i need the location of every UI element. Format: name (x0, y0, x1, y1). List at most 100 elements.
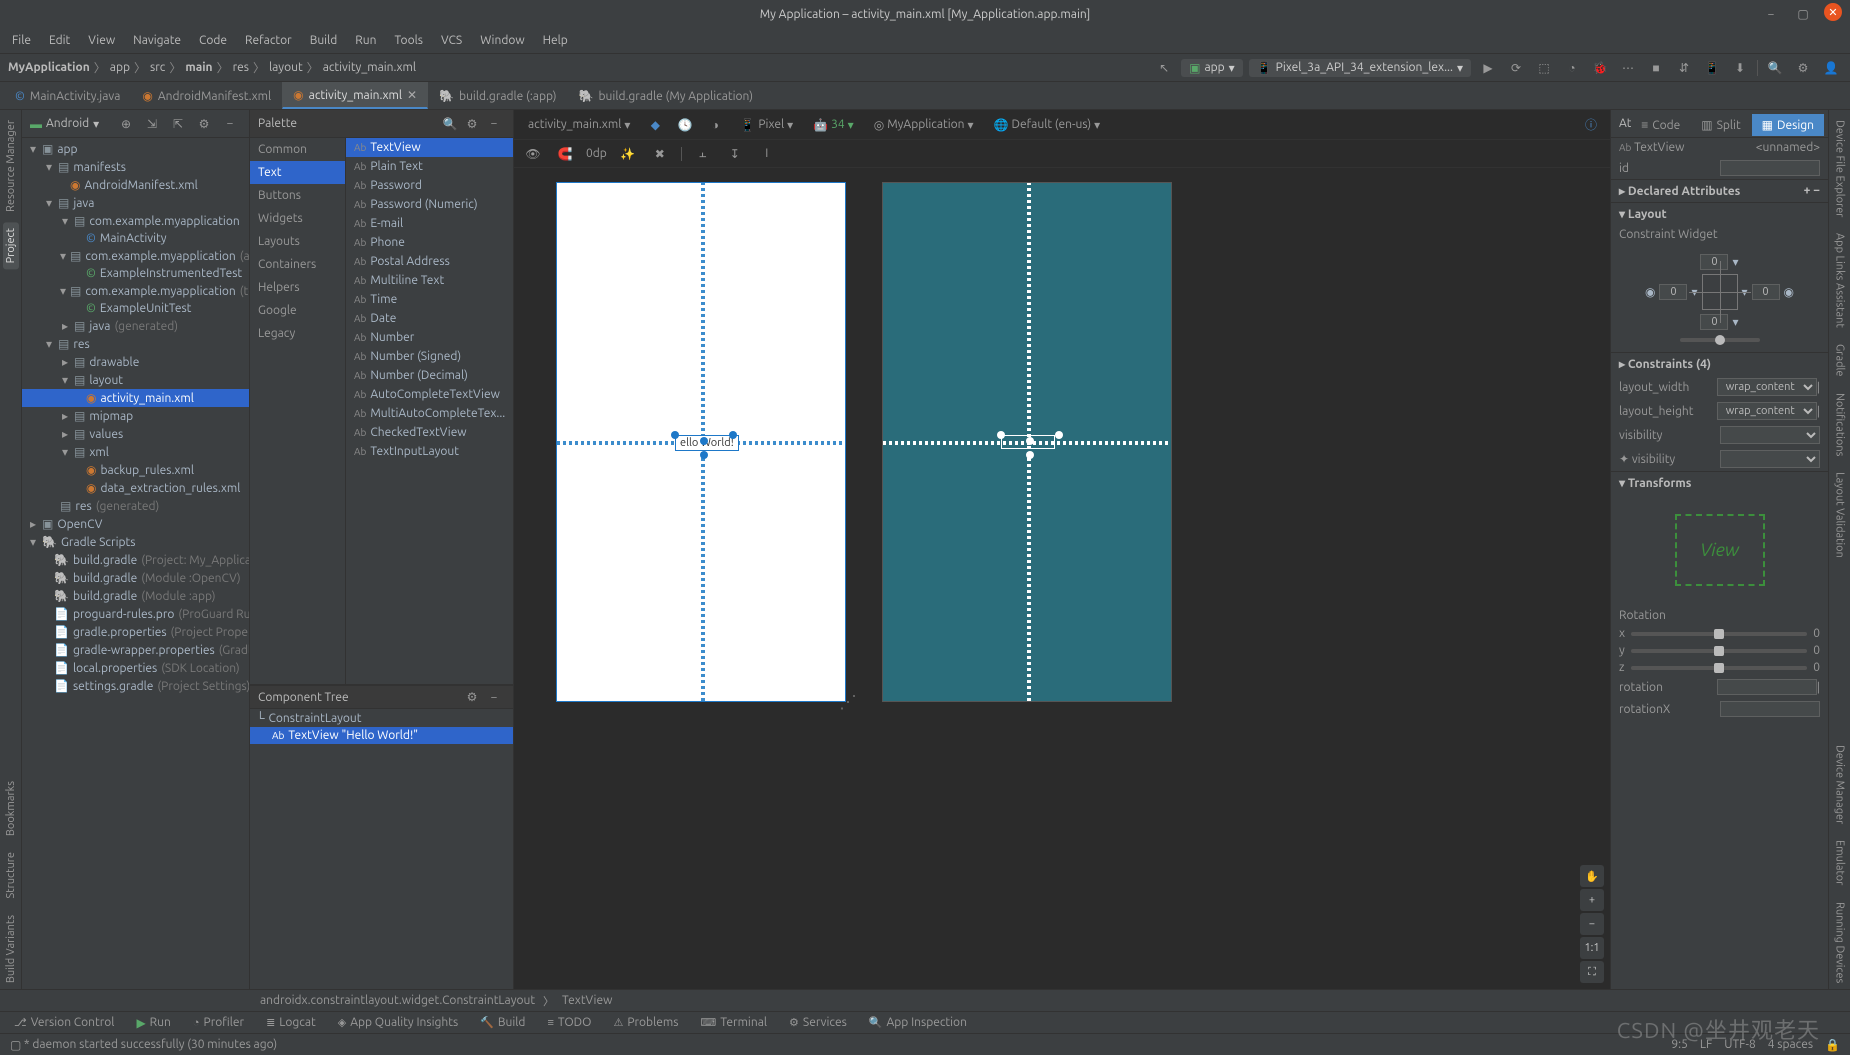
menu-view[interactable]: View (80, 31, 123, 50)
wand-icon[interactable]: ✨ (617, 143, 639, 165)
close-tab-icon[interactable]: ✕ (407, 88, 417, 102)
tab-build-app[interactable]: 🐘build.gradle (:app) (428, 83, 567, 109)
stripe-emulator[interactable]: Emulator (1832, 834, 1848, 891)
line-ending[interactable]: LF (1700, 1038, 1712, 1052)
attr-layout-section[interactable]: ▾ Layout (1611, 202, 1828, 225)
attr-visibility[interactable] (1720, 426, 1820, 444)
tree-unittest[interactable]: ©ExampleUnitTest (22, 300, 249, 317)
stripe-resource-manager[interactable]: Resource Manager (3, 114, 19, 218)
rotation-x-slider[interactable] (1631, 632, 1807, 636)
bt-services[interactable]: ⚙ Services (779, 1013, 857, 1032)
maximize-button[interactable]: ▢ (1792, 3, 1814, 25)
bug-icon[interactable]: 🐞 (1589, 57, 1611, 79)
tree-values[interactable]: ▸▤values (22, 425, 249, 443)
crumb-main[interactable]: main (185, 61, 212, 74)
cw-right[interactable] (1752, 284, 1780, 300)
device-selector[interactable]: 📱 Pixel_3a_API_34_extension_lex... ▾ (1249, 59, 1471, 77)
constraint-widget[interactable]: ▾ ◉ ▾ ▾ ◉ ▾ (1611, 244, 1828, 352)
stripe-build-variants[interactable]: Build Variants (3, 909, 19, 989)
zoom-in-button[interactable]: + (1580, 889, 1604, 911)
menu-edit[interactable]: Edit (41, 31, 78, 50)
palette-item[interactable]: AbPassword (Numeric) (346, 195, 513, 214)
attr-visibility2[interactable] (1720, 450, 1820, 468)
bt-aqi[interactable]: ◈ App Quality Insights (328, 1013, 468, 1032)
align-icon[interactable]: ⫠ (692, 143, 714, 165)
attr-constraints-section[interactable]: ▸ Constraints (4) (1611, 352, 1828, 375)
palette-item[interactable]: AbNumber (Decimal) (346, 366, 513, 385)
tree-java[interactable]: ▾▤java (22, 194, 249, 212)
stripe-project[interactable]: Project (3, 222, 19, 269)
tree-bg1[interactable]: 🐘build.gradle (Project: My_Applicati (22, 551, 249, 569)
clear-icon[interactable]: ✖ (649, 143, 671, 165)
tree-dataext[interactable]: ◉data_extraction_rules.xml (22, 479, 249, 497)
search-icon[interactable]: 🔍 (1764, 57, 1786, 79)
palette-item[interactable]: AbPhone (346, 233, 513, 252)
stripe-gradle[interactable]: Gradle (1832, 338, 1848, 383)
surface-icon[interactable]: ◆ (644, 114, 666, 136)
menu-navigate[interactable]: Navigate (125, 31, 189, 50)
dt-locale[interactable]: 🌐 Default (en-us) ▾ (988, 116, 1107, 134)
attach-icon[interactable]: ⋯ (1617, 57, 1639, 79)
view-mode-split[interactable]: ▥ Split (1691, 114, 1750, 136)
tab-manifest[interactable]: ◉AndroidManifest.xml (131, 83, 282, 109)
tree-mainactivity[interactable]: ©MainActivity (22, 230, 249, 247)
dt-device[interactable]: 📱 Pixel ▾ (734, 116, 799, 134)
menu-tools[interactable]: Tools (386, 31, 431, 50)
expand-icon[interactable]: ⇲ (141, 113, 163, 135)
palette-item[interactable]: AbTextInputLayout (346, 442, 513, 461)
palette-item[interactable]: AbTime (346, 290, 513, 309)
menu-build[interactable]: Build (302, 31, 346, 50)
palette-item[interactable]: AbPostal Address (346, 252, 513, 271)
dt-file[interactable]: activity_main.xml ▾ (522, 116, 636, 134)
palette-item[interactable]: AbPlain Text (346, 157, 513, 176)
avd-icon[interactable]: 📱 (1701, 57, 1723, 79)
palette-hide-icon[interactable]: − (483, 113, 505, 135)
magnet-icon[interactable]: 🧲 (554, 143, 576, 165)
tree-backup[interactable]: ◉backup_rules.xml (22, 461, 249, 479)
tree-gprops[interactable]: 📄gradle.properties (Project Propert (22, 623, 249, 641)
tree-drawable[interactable]: ▸▤drawable (22, 353, 249, 371)
tree-proguard[interactable]: 📄proguard-rules.pro (ProGuard Rule (22, 605, 249, 623)
resize-handle-icon[interactable]: ⋰ (839, 692, 857, 713)
tree-mipmap[interactable]: ▸▤mipmap (22, 407, 249, 425)
bt-todo[interactable]: ≡ TODO (537, 1013, 601, 1032)
stripe-structure[interactable]: Structure (3, 846, 19, 905)
view-mode-code[interactable]: ≡ Code (1631, 114, 1690, 136)
nav-back-icon[interactable]: ↖ (1153, 57, 1175, 79)
palette-item[interactable]: AbAutoCompleteTextView (346, 385, 513, 404)
tree-resgen[interactable]: ▤res (generated) (22, 497, 249, 515)
debug-button[interactable]: ⟳ (1505, 57, 1527, 79)
crumb-layout[interactable]: layout (269, 61, 303, 74)
attr-id-input[interactable] (1720, 160, 1820, 176)
palette-cat-legacy[interactable]: Legacy (250, 322, 345, 345)
stop-button[interactable]: ■ (1645, 57, 1667, 79)
bt-profiler[interactable]: ◔ Profiler (183, 1013, 254, 1032)
palette-search-icon[interactable]: 🔍 (439, 113, 461, 135)
crumb-res[interactable]: res (233, 61, 249, 74)
tree-pkg3[interactable]: ▾▤com.example.myapplication(te (22, 282, 249, 300)
palette-item[interactable]: AbDate (346, 309, 513, 328)
bt-build[interactable]: 🔨 Build (470, 1013, 535, 1032)
cursor-position[interactable]: 9:5 (1671, 1038, 1688, 1052)
comptree-root[interactable]: └ ConstraintLayout (250, 709, 513, 727)
menu-help[interactable]: Help (535, 31, 576, 50)
palette-gear-icon[interactable]: ⚙ (461, 113, 483, 135)
palette-cat-helpers[interactable]: Helpers (250, 276, 345, 299)
pan-button[interactable]: ✋ (1580, 865, 1604, 887)
guideline-icon[interactable]: ↧ (724, 143, 746, 165)
attr-rotationx-input[interactable] (1720, 701, 1820, 717)
menu-refactor[interactable]: Refactor (237, 31, 300, 50)
palette-cat-google[interactable]: Google (250, 299, 345, 322)
tree-activity-main-xml[interactable]: ◉activity_main.xml (22, 389, 249, 407)
zoom-full-button[interactable]: ⛶ (1580, 961, 1604, 983)
bt-logcat[interactable]: ≣ Logcat (256, 1013, 326, 1032)
menu-file[interactable]: File (4, 31, 39, 50)
tree-pkg1[interactable]: ▾▤com.example.myapplication (22, 212, 249, 230)
module-selector[interactable]: ▣ app ▾ (1181, 59, 1243, 77)
stripe-layout-validation[interactable]: Layout Validation (1832, 466, 1848, 564)
palette-cat-text[interactable]: Text (250, 161, 345, 184)
encoding[interactable]: UTF-8 (1724, 1038, 1755, 1052)
comptree-gear-icon[interactable]: ⚙ (461, 686, 483, 708)
zoom-out-button[interactable]: − (1580, 913, 1604, 935)
view-mode-design[interactable]: ▦ Design (1752, 114, 1824, 136)
